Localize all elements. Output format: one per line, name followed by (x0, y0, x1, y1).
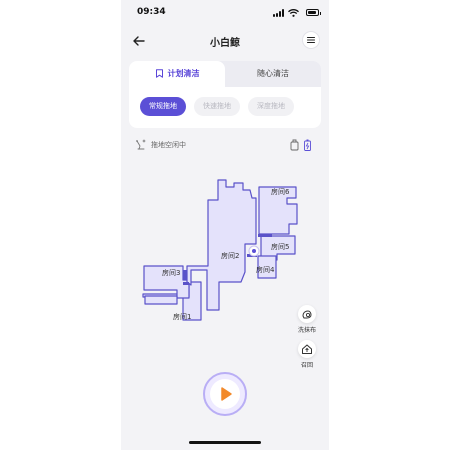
device-status-icons (290, 139, 314, 151)
tab-plan-clean[interactable]: 计划清洁 (129, 61, 225, 87)
home-indicator (189, 441, 261, 444)
robot-position-marker (248, 245, 260, 257)
door-room6 (258, 234, 272, 237)
status-bar: 09:34 (121, 0, 329, 26)
battery-level-icon[interactable] (303, 139, 312, 151)
room-label: 房间5 (271, 242, 289, 251)
wifi-icon (288, 9, 299, 17)
room-label: 房间6 (271, 187, 290, 196)
wash-mop-button[interactable]: 洗抹布 (292, 305, 322, 334)
recall-home-icon (302, 344, 312, 354)
mode-quick-mop[interactable]: 快速拖地 (194, 97, 240, 116)
water-tank-icon[interactable] (290, 139, 299, 151)
mode-deep-mop[interactable]: 深度拖地 (248, 97, 294, 116)
tab-label: 计划清洁 (167, 69, 200, 78)
door-room1 (183, 282, 189, 285)
status-time: 09:34 (137, 7, 166, 17)
play-icon (221, 387, 232, 401)
wash-mop-label: 洗抹布 (297, 327, 316, 334)
battery-icon (306, 9, 321, 16)
tab-free-clean[interactable]: 随心清洁 (225, 61, 321, 87)
menu-button[interactable] (302, 31, 320, 49)
room-label: 房间1 (173, 312, 191, 321)
mop-robot-icon (136, 139, 146, 150)
clean-mode-card: 随心清洁 计划清洁 常规拖地 快速拖地 深度拖地 (129, 61, 321, 128)
mop-wash-icon (302, 310, 312, 319)
menu-icon (306, 36, 316, 44)
recall-label: 召回 (300, 362, 313, 369)
mode-normal-mop[interactable]: 常规拖地 (140, 97, 186, 116)
map-room-side (144, 295, 178, 305)
bookmark-icon (155, 69, 163, 78)
phone-screen: 09:34 小白鲸 随心清洁 计划清洁 常规拖地 快速拖地 深度拖地 拖地空闲中… (121, 0, 329, 450)
status-text: 拖地空闲中 (151, 141, 186, 149)
nav-bar: 小白鲸 (121, 28, 329, 54)
tab-label: 随心清洁 (257, 69, 289, 78)
room-label: 房间2 (221, 251, 239, 260)
room-label: 房间3 (162, 268, 180, 277)
door-room3 (183, 270, 187, 280)
status-icons (273, 9, 321, 17)
page-title: 小白鲸 (210, 38, 240, 49)
start-clean-button[interactable] (203, 372, 247, 416)
tab-bar: 随心清洁 计划清洁 (129, 61, 321, 87)
recall-button[interactable]: 召回 (292, 340, 322, 369)
room-label: 房间4 (256, 265, 275, 274)
